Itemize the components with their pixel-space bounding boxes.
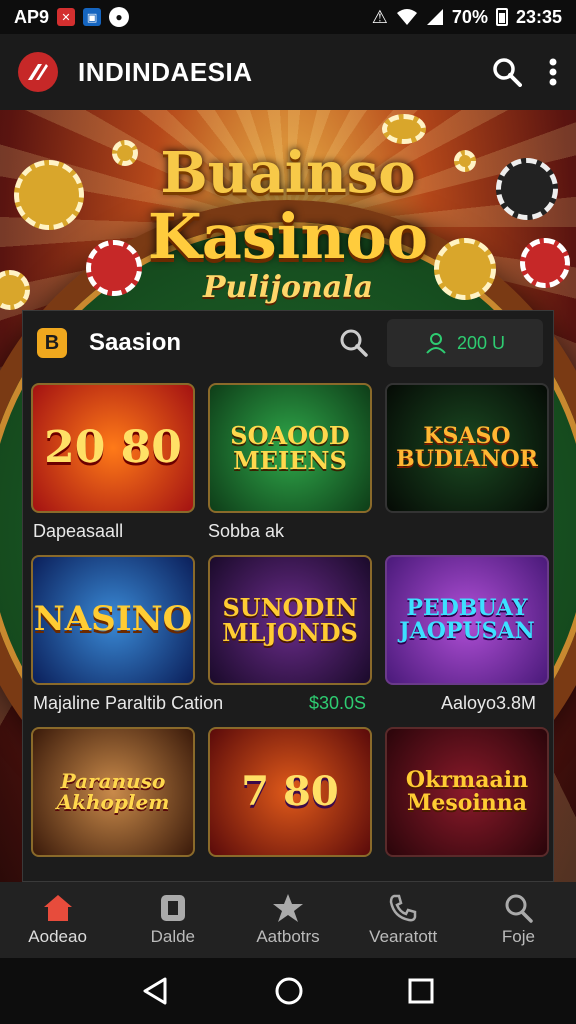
battery-percent: 70% — [451, 6, 488, 27]
panel-search-icon[interactable] — [339, 328, 369, 358]
game-label: Sobba ak — [208, 521, 285, 541]
game-art-text: PEDBUAY JAOPUSAN — [399, 594, 535, 644]
games-panel: B Saasion 200 U 20 80 SOAOOD MEIENS KSAS… — [22, 310, 554, 882]
game-tile[interactable]: SUNODIN MLJONDS — [208, 555, 372, 685]
hero-title-line3: Pulijonala — [202, 270, 374, 305]
logo-mark-icon — [28, 64, 48, 80]
back-icon[interactable] — [141, 976, 171, 1006]
game-tile[interactable]: KSASO BUDIANOR — [385, 383, 549, 513]
game-tile[interactable]: 20 80 — [31, 383, 195, 513]
nav-label: Vearatott — [369, 927, 438, 946]
game-art-text: KSASO BUDIANOR — [396, 422, 538, 472]
game-tile[interactable]: 7 80 — [208, 727, 372, 857]
nav-label: Dalde — [150, 927, 196, 946]
star-icon — [273, 894, 303, 922]
game-label: Majaline Paraltib Cation — [33, 693, 224, 713]
search-icon[interactable] — [492, 57, 522, 87]
hero-title-line1: Buainso — [160, 140, 416, 206]
app-title: INDINDAESIA — [78, 56, 253, 87]
notification-icon: ✕ — [57, 8, 76, 26]
nav-item-foje[interactable]: Foje — [461, 882, 576, 958]
nav-item-aatbotrs[interactable]: Aatbotrs — [230, 882, 345, 958]
nav-label: Aodeao — [28, 927, 87, 946]
game-tile[interactable]: Okrmaain Mesoinna — [385, 727, 549, 857]
record-icon: ● — [109, 7, 130, 27]
nav-item-home[interactable]: Aodeao — [0, 882, 115, 958]
game-art-text: Paranuso Akhoplem — [56, 769, 170, 814]
balance-pill[interactable]: 200 U — [387, 319, 543, 367]
bottom-nav: Aodeao Dalde Aatbotrs Vearatott Foje — [0, 882, 576, 958]
game-tile[interactable]: Paranuso Akhoplem — [31, 727, 195, 857]
app-notification-icon: ▣ — [83, 8, 102, 26]
game-tile[interactable]: NASINO — [31, 555, 195, 685]
more-vert-icon[interactable] — [548, 57, 558, 87]
game-label: Dapeasaall — [33, 521, 124, 541]
game-art-text: SUNODIN MLJONDS — [222, 592, 358, 647]
system-nav-bar — [0, 958, 576, 1024]
tablet-icon — [160, 895, 185, 921]
game-label: $30.0S — [309, 693, 367, 713]
game-tile[interactable]: PEDBUAY JAOPUSAN — [385, 555, 549, 685]
game-label: Aaloyo3.8M — [441, 693, 537, 713]
balance-value: 200 U — [456, 332, 506, 353]
home-button-icon[interactable] — [274, 976, 304, 1006]
signal-icon — [426, 9, 443, 25]
user-icon — [426, 333, 446, 354]
mute-icon: ⚠ — [371, 6, 388, 27]
carrier-text: AP9 — [14, 6, 50, 27]
game-art-text: 20 80 — [44, 421, 182, 473]
wifi-icon — [396, 9, 417, 25]
game-art-text: SOAOOD MEIENS — [230, 420, 350, 475]
nav-label: Aatbotrs — [256, 927, 320, 946]
user-search-icon — [505, 894, 534, 923]
brand-badge-icon: B — [37, 328, 67, 358]
game-tile[interactable]: SOAOOD MEIENS — [208, 383, 372, 513]
status-bar: AP9 ✕ ▣ ● ⚠ 70% 23:35 — [0, 0, 576, 34]
nav-item-vearatott[interactable]: Vearatott — [346, 882, 461, 958]
phone-icon — [389, 894, 417, 922]
app-logo[interactable] — [18, 52, 58, 92]
game-art-text: NASINO — [33, 599, 193, 640]
nav-label: Foje — [501, 927, 535, 946]
home-icon — [43, 895, 72, 921]
battery-icon — [495, 8, 508, 26]
game-art-text: 7 80 — [241, 768, 339, 815]
hero-title-line2: Kasinoo — [147, 200, 429, 273]
game-art-text: Okrmaain Mesoinna — [405, 766, 529, 816]
app-bar: INDINDAESIA — [0, 34, 576, 110]
recents-icon[interactable] — [407, 977, 435, 1005]
nav-item-dalde[interactable]: Dalde — [115, 882, 230, 958]
panel-title: Saasion — [89, 329, 182, 356]
clock: 23:35 — [515, 6, 562, 27]
